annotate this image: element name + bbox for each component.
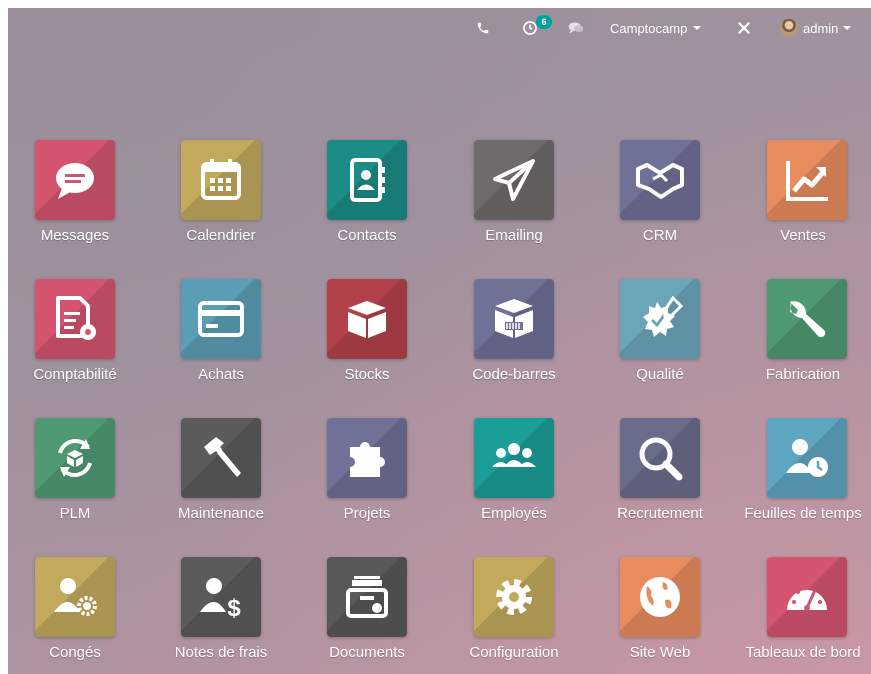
app-label: Maintenance xyxy=(178,505,264,522)
wrench-icon xyxy=(790,300,826,338)
app-comptabilité[interactable]: Comptabilité xyxy=(8,279,145,404)
app-contacts[interactable]: Contacts xyxy=(297,140,437,265)
app-tile xyxy=(181,140,261,220)
app-tile xyxy=(35,557,115,637)
app-notes-de-frais[interactable]: $ Notes de frais xyxy=(151,557,291,674)
app-feuilles-de-temps[interactable]: Feuilles de temps xyxy=(737,418,871,543)
chat-bubble-icon xyxy=(56,163,94,199)
app-documents[interactable]: Documents xyxy=(297,557,437,674)
archive-box-icon xyxy=(346,576,388,618)
user-clock-icon xyxy=(786,439,828,477)
app-label: Configuration xyxy=(469,644,559,661)
credit-card-icon xyxy=(198,301,244,337)
app-tile xyxy=(767,418,847,498)
app-label: CRM xyxy=(642,227,678,244)
handshake-icon xyxy=(636,163,684,199)
app-label: Employés xyxy=(481,505,547,522)
app-tile xyxy=(620,140,700,220)
app-label: Site Web xyxy=(629,644,691,661)
app-label: Comptabilité xyxy=(33,366,117,383)
app-tile xyxy=(767,140,847,220)
app-label: Documents xyxy=(329,644,405,661)
cycle-box-icon xyxy=(58,439,92,477)
app-grid: Messages Calendrier Contacts Emailing CRM Ven… xyxy=(8,8,871,674)
app-tile xyxy=(35,418,115,498)
svg-text:$: $ xyxy=(227,595,241,622)
app-label: Achats xyxy=(198,366,244,383)
app-tile xyxy=(767,557,847,637)
app-calendrier[interactable]: Calendrier xyxy=(151,140,291,265)
globe-icon xyxy=(640,577,680,617)
app-label: Stocks xyxy=(344,366,390,383)
app-label: Ventes xyxy=(780,227,826,244)
app-site-web[interactable]: Site Web xyxy=(590,557,730,674)
app-crm[interactable]: CRM xyxy=(590,140,730,265)
app-code-barres[interactable]: Code-barres xyxy=(444,279,584,404)
app-achats[interactable]: Achats xyxy=(151,279,291,404)
home-screen: 6 Camptocamp admin Messages Calendrier Con… xyxy=(8,8,871,674)
app-tile xyxy=(181,418,261,498)
app-plm[interactable]: PLM xyxy=(8,418,145,543)
app-congés[interactable]: Congés xyxy=(8,557,145,674)
app-tile xyxy=(327,279,407,359)
magnifier-icon xyxy=(639,437,683,481)
app-label: Projets xyxy=(343,505,391,522)
app-tile xyxy=(474,140,554,220)
app-recrutement[interactable]: Recrutement xyxy=(590,418,730,543)
app-label: Messages xyxy=(40,227,110,244)
users-icon xyxy=(492,443,536,467)
app-label: Qualité xyxy=(636,366,684,383)
app-label: Emailing xyxy=(485,227,543,244)
app-tile xyxy=(35,140,115,220)
gauge-icon xyxy=(787,586,827,611)
app-stocks[interactable]: Stocks xyxy=(297,279,437,404)
app-label: Tableaux de bord xyxy=(745,644,861,661)
app-tile xyxy=(327,557,407,637)
app-projets[interactable]: Projets xyxy=(297,418,437,543)
app-employés[interactable]: Employés xyxy=(444,418,584,543)
hammer-icon xyxy=(204,437,241,477)
app-label: Congés xyxy=(49,644,101,661)
app-tile xyxy=(474,557,554,637)
app-label: Recrutement xyxy=(617,505,703,522)
gear-icon xyxy=(496,579,532,615)
user-dollar-icon: $ xyxy=(200,578,241,622)
user-gear-icon xyxy=(54,578,97,616)
app-emailing[interactable]: Emailing xyxy=(444,140,584,265)
app-tile: $ xyxy=(181,557,261,637)
app-ventes[interactable]: Ventes xyxy=(737,140,871,265)
app-label: Code-barres xyxy=(472,366,556,383)
invoice-gear-icon xyxy=(56,296,96,340)
app-qualité[interactable]: Qualité xyxy=(590,279,730,404)
app-tile xyxy=(474,279,554,359)
address-book-icon xyxy=(350,158,385,202)
app-fabrication[interactable]: Fabrication xyxy=(737,279,871,404)
app-messages[interactable]: Messages xyxy=(8,140,145,265)
app-label: Notes de frais xyxy=(174,644,268,661)
app-label: Fabrication xyxy=(765,366,841,383)
calendar-icon xyxy=(201,159,241,200)
chart-up-icon xyxy=(786,161,828,201)
app-tile xyxy=(474,418,554,498)
app-tableaux-de-bord[interactable]: Tableaux de bord xyxy=(737,557,871,674)
puzzle-icon xyxy=(350,441,385,477)
app-label: Calendrier xyxy=(186,227,256,244)
app-tile xyxy=(620,557,700,637)
box-icon xyxy=(348,301,386,338)
app-configuration[interactable]: Configuration xyxy=(444,557,584,674)
app-tile xyxy=(327,418,407,498)
app-label: Contacts xyxy=(337,227,397,244)
app-tile xyxy=(620,279,700,359)
app-tile xyxy=(327,140,407,220)
barcode-box-icon xyxy=(495,299,533,338)
app-tile xyxy=(767,279,847,359)
seal-pen-icon xyxy=(643,295,684,337)
paper-plane-icon xyxy=(493,159,535,201)
app-tile xyxy=(181,279,261,359)
app-tile xyxy=(620,418,700,498)
app-tile xyxy=(35,279,115,359)
app-label: PLM xyxy=(59,505,91,522)
app-maintenance[interactable]: Maintenance xyxy=(151,418,291,543)
app-label: Feuilles de temps xyxy=(744,505,862,522)
